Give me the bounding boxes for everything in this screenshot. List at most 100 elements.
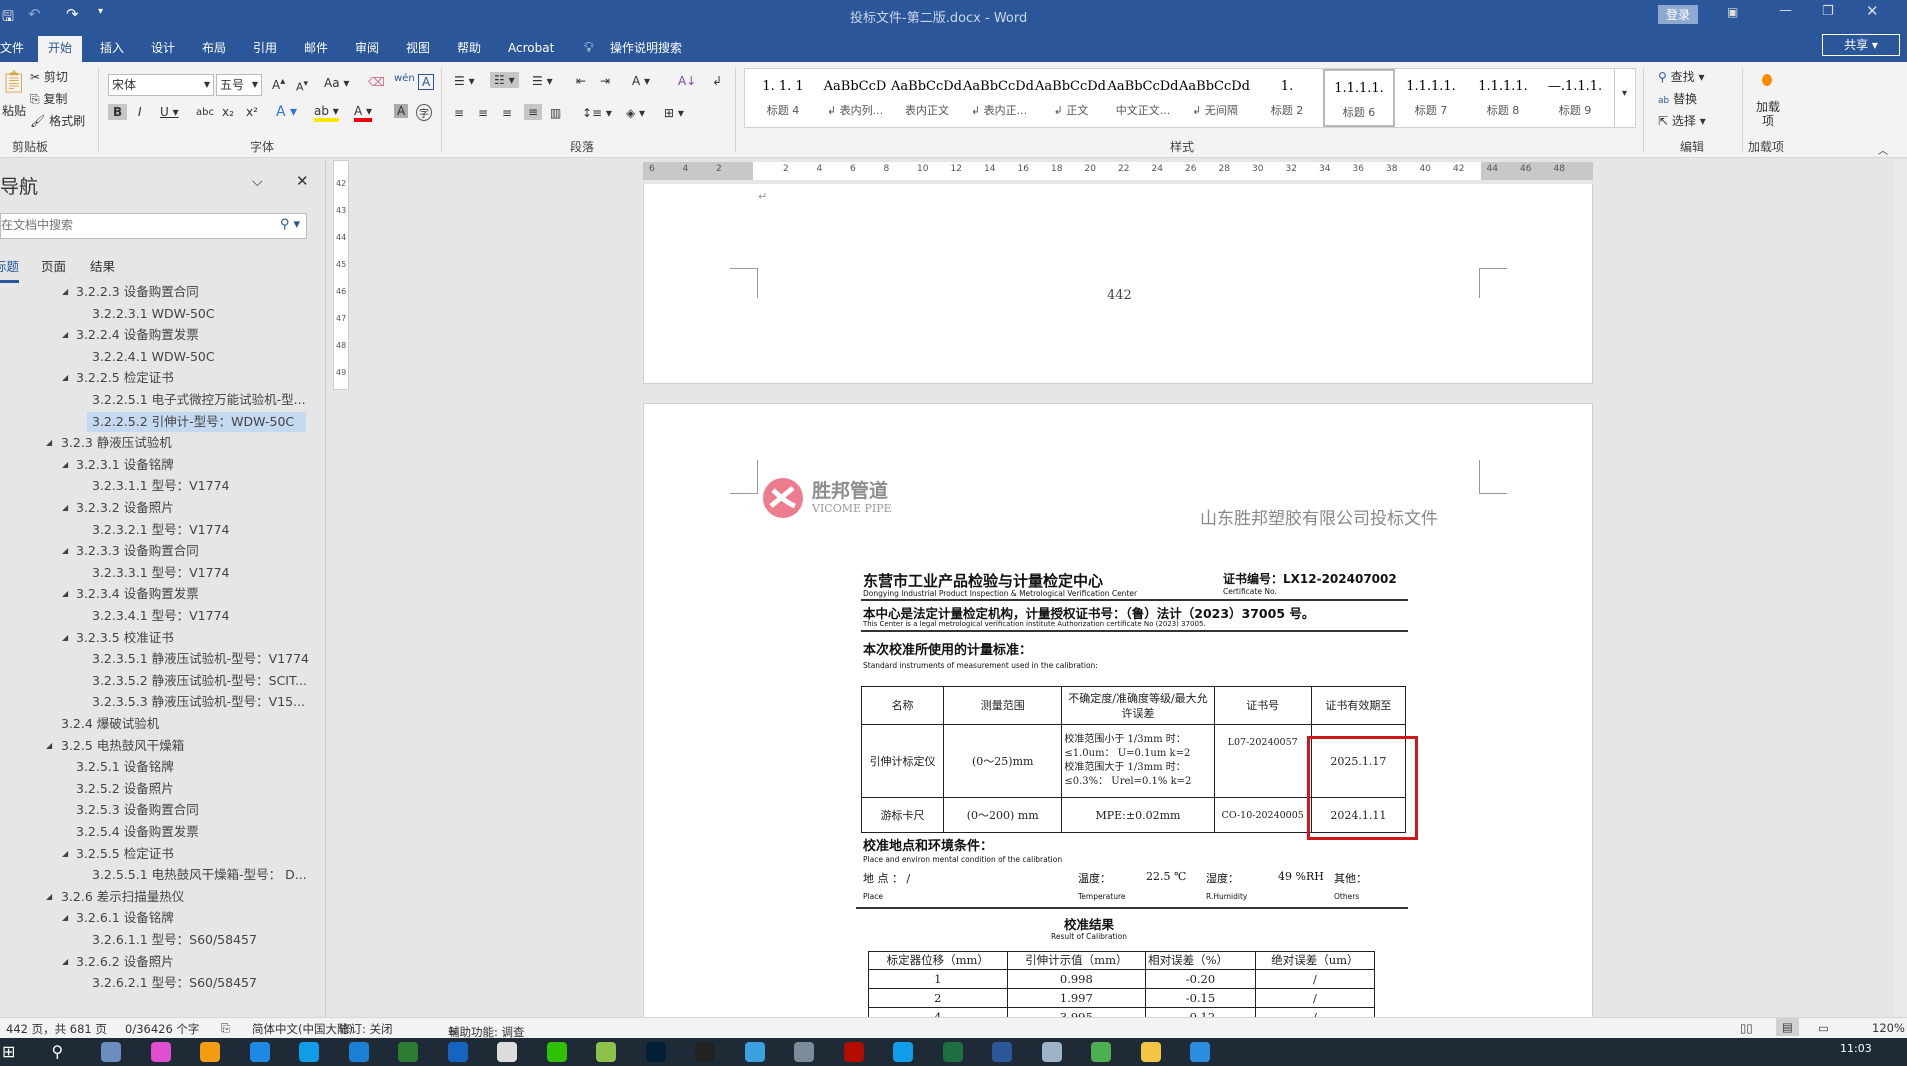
nav-heading-item[interactable]: 3.2.3.2.1 型号：V1774 xyxy=(92,520,230,540)
nav-heading-item[interactable]: 3.2.3.4.1 型号：V1774 xyxy=(92,606,230,626)
page-count[interactable]: 442 页，共 681 页 xyxy=(6,1021,107,1037)
chinese-layout-icon[interactable]: A ▾ xyxy=(632,74,650,88)
nav-close-icon[interactable]: ✕ xyxy=(296,172,309,190)
addins-button[interactable]: 加载项 xyxy=(1756,100,1780,128)
web-layout-icon[interactable]: ▭ xyxy=(1818,1021,1829,1035)
tab-references[interactable]: 引用 xyxy=(253,36,277,62)
nav-heading-item[interactable]: 3.2.5.5 检定证书 xyxy=(76,844,174,864)
nav-options-chevron-icon[interactable]: ⌵ xyxy=(252,174,263,190)
align-left-icon[interactable]: ≡ xyxy=(454,106,464,120)
qq-icon[interactable] xyxy=(695,1042,715,1062)
store-icon[interactable] xyxy=(299,1042,319,1062)
align-center-icon[interactable]: ≡ xyxy=(478,106,488,120)
italic-button[interactable]: I xyxy=(138,105,142,119)
show-marks-icon[interactable]: ↲ xyxy=(712,74,722,88)
line-spacing-icon[interactable]: ↕≡ ▾ xyxy=(582,106,612,120)
justify-icon[interactable]: ≡ xyxy=(524,104,543,120)
bullets-icon[interactable]: ☰ ▾ xyxy=(454,74,475,88)
wechat-icon[interactable] xyxy=(546,1042,567,1062)
style-item[interactable]: —.1.1.1. 标题 9 xyxy=(1539,69,1611,127)
tell-me-search[interactable]: 操作说明搜索 xyxy=(610,36,682,62)
paste-button[interactable]: 粘贴 xyxy=(2,102,26,119)
expand-collapse-icon[interactable]: ◢ xyxy=(46,433,52,453)
word-icon[interactable] xyxy=(992,1042,1012,1062)
increase-indent-icon[interactable]: ⇥ xyxy=(600,74,610,88)
sort-icon[interactable]: A↓ xyxy=(678,74,696,88)
nav-heading-item[interactable]: 3.2.5.4 设备购置发票 xyxy=(76,822,199,842)
nav-tab-headings[interactable]: 标题 xyxy=(0,256,20,283)
nav-search-input[interactable] xyxy=(1,214,271,236)
nav-heading-item[interactable]: 3.2.3.5.1 静液压试验机-型号：V1774 xyxy=(92,649,309,669)
track-changes-status[interactable]: 修订: 关闭 xyxy=(339,1021,393,1037)
shrink-font-icon[interactable]: A▾ xyxy=(296,78,308,94)
nav-heading-item[interactable]: 3.2.2.3 设备购置合同 xyxy=(76,282,199,302)
folder-icon[interactable] xyxy=(1140,1042,1161,1062)
collapse-ribbon-icon[interactable]: ︿ xyxy=(1878,142,1888,157)
login-button[interactable]: 登录 xyxy=(1658,5,1699,24)
expand-collapse-icon[interactable]: ◢ xyxy=(62,455,68,475)
nav-heading-item[interactable]: 3.2.6 差示扫描量热仪 xyxy=(61,887,184,907)
app-icon[interactable] xyxy=(744,1042,765,1062)
acrobat-icon[interactable] xyxy=(843,1042,864,1062)
calculator-icon[interactable] xyxy=(101,1042,121,1062)
nav-heading-item[interactable]: 3.2.6.3 设备购置合同（由我方子公司 xyxy=(76,995,286,996)
undo-icon[interactable]: ↶ xyxy=(28,5,41,23)
nav-heading-item[interactable]: 3.2.4 爆破试验机 xyxy=(61,714,159,734)
close-icon[interactable]: ✕ xyxy=(1866,2,1879,20)
app-icon[interactable] xyxy=(1190,1042,1210,1062)
highlight-icon[interactable]: ab ▾ xyxy=(314,104,339,122)
select-button[interactable]: ⇱ 选择 ▾ xyxy=(1658,112,1706,129)
print-layout-icon[interactable]: ▤ xyxy=(1776,1018,1799,1036)
expand-collapse-icon[interactable]: ◢ xyxy=(62,325,68,345)
character-border-icon[interactable]: A xyxy=(418,74,435,90)
multilevel-list-icon[interactable]: ☰ ▾ xyxy=(532,74,553,88)
nav-heading-item[interactable]: 3.2.5.3 设备购置合同 xyxy=(76,800,199,820)
browser-icon[interactable] xyxy=(150,1042,171,1062)
grow-font-icon[interactable]: A▴ xyxy=(272,76,285,92)
phonetic-guide-icon[interactable]: wén xyxy=(394,73,415,84)
expand-collapse-icon[interactable]: ◢ xyxy=(62,628,68,648)
nav-heading-item[interactable]: 3.2.2.5.2 引伸计-型号：WDW-50C xyxy=(87,411,307,432)
numbering-icon[interactable]: ☷ ▾ xyxy=(490,72,519,88)
font-color-icon[interactable]: A ▾ xyxy=(354,104,373,122)
nav-heading-item[interactable]: 3.2.3.5.2 静液压试验机-型号：SCIT... xyxy=(92,671,307,691)
app-icon[interactable] xyxy=(596,1042,616,1062)
app-icon[interactable] xyxy=(398,1042,418,1062)
proofing-icon[interactable]: ⎘ xyxy=(221,1021,230,1036)
enclose-characters-icon[interactable]: 字 xyxy=(416,104,432,121)
font-size-select[interactable]: 五号 ▼ xyxy=(216,74,262,96)
app-icon[interactable] xyxy=(1041,1042,1062,1062)
tab-file[interactable]: 文件 xyxy=(0,36,24,62)
style-item[interactable]: 1.1.1.1. 标题 6 xyxy=(1323,69,1395,127)
nav-heading-item[interactable]: 3.2.5 电热鼓风干燥箱 xyxy=(61,736,184,756)
search-icon[interactable]: ⚲ ▾ xyxy=(280,217,300,232)
nav-heading-item[interactable]: 3.2.3 静液压试验机 xyxy=(61,433,172,453)
word-count[interactable]: 0/36426 个字 xyxy=(125,1021,199,1037)
expand-collapse-icon[interactable]: ◢ xyxy=(62,541,68,561)
style-item[interactable]: 1.1.1.1. 标题 8 xyxy=(1467,69,1539,127)
character-shading-icon[interactable]: A xyxy=(394,104,409,118)
expand-collapse-icon[interactable]: ◢ xyxy=(62,995,68,996)
nav-heading-item[interactable]: 3.2.2.3.1 WDW-50C xyxy=(92,304,215,324)
tab-view[interactable]: 视图 xyxy=(406,36,430,62)
clear-formatting-icon[interactable]: ⌫ xyxy=(368,75,385,89)
shading-icon[interactable]: ◈ ▾ xyxy=(626,106,645,120)
search-icon[interactable]: ⚲ xyxy=(52,1042,72,1062)
style-item[interactable]: AaBbCcDdI ↲ 表内正... xyxy=(963,69,1035,127)
change-case-icon[interactable]: Aa ▾ xyxy=(324,76,349,90)
tab-insert[interactable]: 插入 xyxy=(100,36,124,62)
tab-layout[interactable]: 布局 xyxy=(202,36,226,62)
start-icon[interactable]: ⊞ xyxy=(2,1042,22,1062)
expand-collapse-icon[interactable]: ◢ xyxy=(46,736,52,756)
vertical-ruler[interactable]: 42 43 44 45 46 47 48 49 xyxy=(333,160,349,390)
nav-heading-item[interactable]: 3.2.3.3 设备购置合同 xyxy=(76,541,199,561)
app-icon[interactable] xyxy=(348,1042,369,1062)
nav-heading-item[interactable]: 3.2.2.4 设备购置发票 xyxy=(76,325,199,345)
nav-heading-item[interactable]: 3.2.6.2.1 型号：S60/58457 xyxy=(92,973,257,993)
expand-collapse-icon[interactable]: ◢ xyxy=(62,908,68,928)
text-effects-icon[interactable]: A ▾ xyxy=(276,104,297,120)
style-item[interactable]: 1.1.1.1. 标题 7 xyxy=(1395,69,1467,127)
nav-heading-item[interactable]: 3.2.5.5.1 电热鼓风干燥箱-型号： D... xyxy=(92,865,307,885)
nav-heading-item[interactable]: 3.2.2.5 检定证书 xyxy=(76,368,174,388)
minimize-icon[interactable]: — xyxy=(1779,3,1792,18)
